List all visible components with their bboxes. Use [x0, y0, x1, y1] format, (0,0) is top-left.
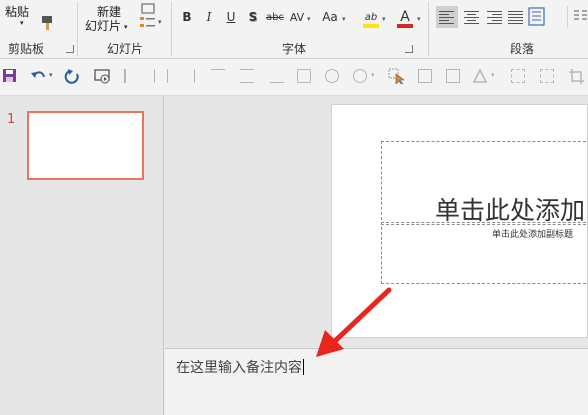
annotation-arrow-icon	[316, 287, 392, 357]
